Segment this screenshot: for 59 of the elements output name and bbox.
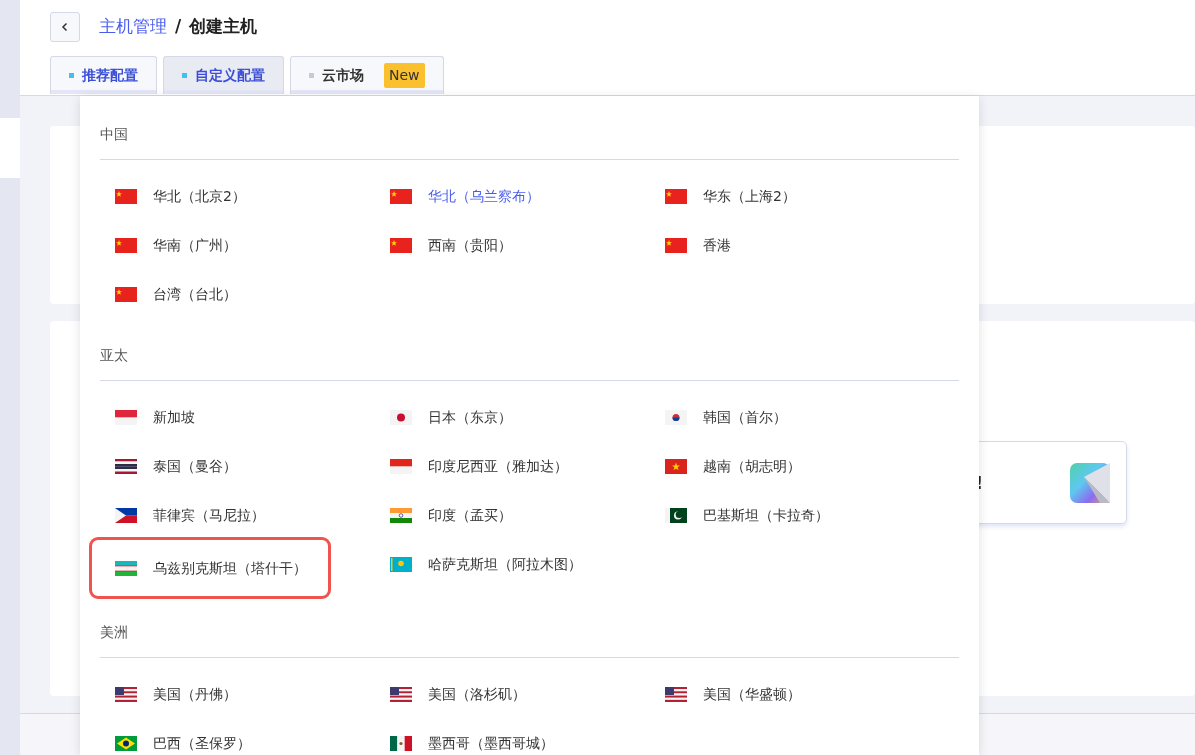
usa-flag-icon	[665, 687, 687, 702]
china-flag-icon	[665, 238, 687, 253]
china-flag-icon	[115, 287, 137, 302]
philippines-flag-icon	[115, 508, 137, 523]
region-option[interactable]: 印度尼西亚（雅加达）	[375, 442, 650, 491]
south-korea-flag-icon	[665, 410, 687, 425]
region-option[interactable]: 华南（广州）	[100, 221, 375, 270]
region-option[interactable]: 巴西（圣保罗）	[100, 719, 375, 755]
breadcrumb-separator: /	[175, 15, 182, 39]
region-option[interactable]: 韩国（首尔）	[650, 393, 925, 442]
region-option[interactable]: 美国（华盛顿）	[650, 670, 925, 719]
section-heading: 美洲	[100, 622, 959, 658]
tab[interactable]: 云市场 New	[290, 56, 444, 94]
breadcrumb-link[interactable]: 主机管理	[99, 14, 167, 40]
usa-flag-icon	[115, 687, 137, 702]
region-option[interactable]: 乌兹别克斯坦（塔什干）	[92, 540, 328, 596]
region-option[interactable]: 香港	[650, 221, 925, 270]
kazakhstan-flag-icon	[390, 557, 412, 572]
region-option[interactable]: 哈萨克斯坦（阿拉木图）	[375, 540, 650, 589]
pakistan-flag-icon	[665, 508, 687, 523]
app-logo-icon	[1070, 462, 1110, 503]
region-option[interactable]: 印度（孟买）	[375, 491, 650, 540]
india-flag-icon	[390, 508, 412, 523]
vietnam-flag-icon	[665, 459, 687, 474]
brazil-flag-icon	[115, 736, 137, 751]
region-option[interactable]: 墨西哥（墨西哥城）	[375, 719, 650, 755]
japan-flag-icon	[390, 410, 412, 425]
region-option[interactable]: 华北（北京2）	[100, 172, 375, 221]
uzbekistan-flag-icon	[115, 560, 137, 576]
thailand-flag-icon	[115, 459, 137, 474]
region-option[interactable]: 泰国（曼谷）	[100, 442, 375, 491]
new-badge: New	[384, 63, 425, 88]
region-option[interactable]: 日本（东京）	[375, 393, 650, 442]
region-option[interactable]: 巴基斯坦（卡拉奇）	[650, 491, 925, 540]
region-option[interactable]: 华北（乌兰察布）	[375, 172, 650, 221]
indonesia-flag-icon	[390, 459, 412, 474]
china-flag-icon	[115, 238, 137, 253]
china-flag-icon	[665, 189, 687, 204]
china-flag-icon	[390, 238, 412, 253]
page-title: 创建主机	[189, 15, 258, 39]
mexico-flag-icon	[390, 736, 412, 751]
region-option[interactable]: 美国（丹佛）	[100, 670, 375, 719]
china-flag-icon	[390, 189, 412, 204]
singapore-flag-icon	[115, 410, 137, 425]
region-option[interactable]: 西南（贵阳）	[375, 221, 650, 270]
region-option[interactable]: 美国（洛杉矶）	[375, 670, 650, 719]
region-option[interactable]: 越南（胡志明）	[650, 442, 925, 491]
usa-flag-icon	[390, 687, 412, 702]
back-button[interactable]	[50, 12, 80, 42]
section-heading: 亚太	[100, 345, 959, 381]
section-heading: 中国	[100, 124, 959, 160]
tab[interactable]: 推荐配置	[50, 56, 157, 94]
tab[interactable]: 自定义配置	[163, 56, 284, 94]
region-option[interactable]: 华东（上海2）	[650, 172, 925, 221]
region-option[interactable]: 菲律宾（马尼拉）	[100, 491, 375, 540]
back-icon	[61, 22, 69, 32]
china-flag-icon	[115, 189, 137, 204]
region-option[interactable]: 台湾（台北）	[100, 270, 375, 319]
region-option[interactable]: 新加坡	[100, 393, 375, 442]
